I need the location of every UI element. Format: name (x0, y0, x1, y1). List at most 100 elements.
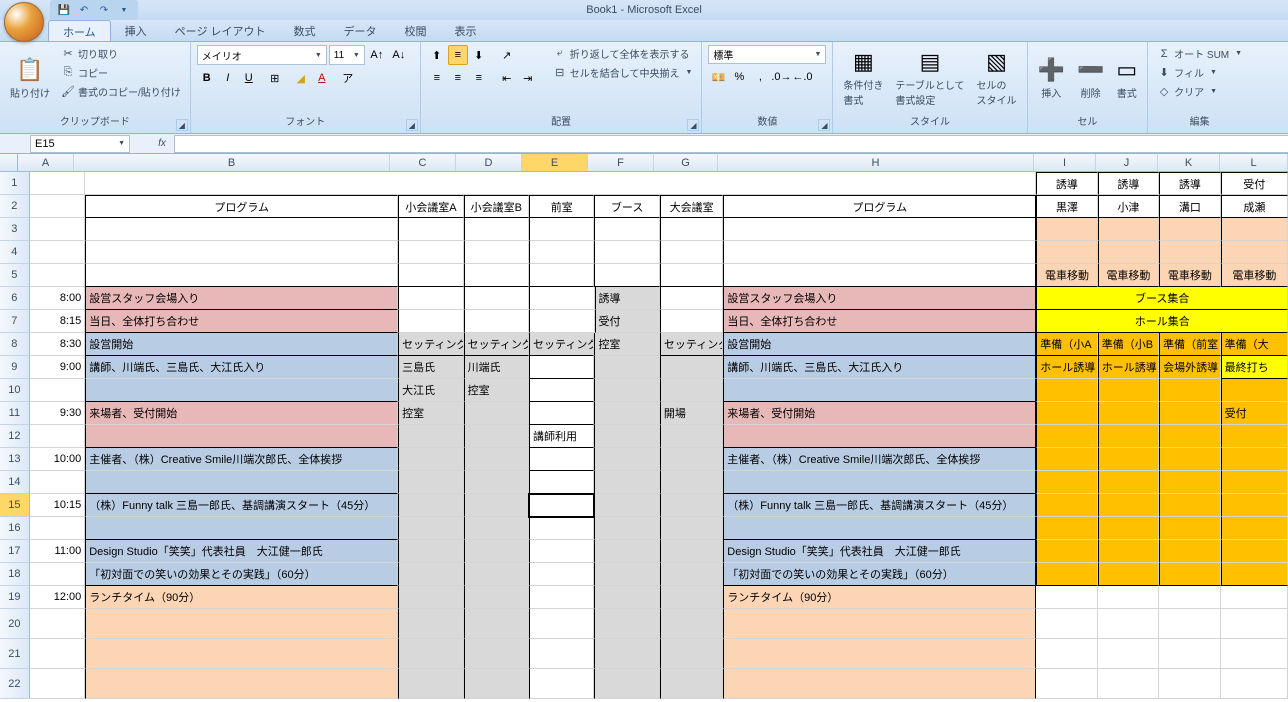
row-header-18[interactable]: 18 (0, 563, 30, 586)
row-header-19[interactable]: 19 (0, 586, 30, 609)
cell[interactable] (1098, 241, 1159, 264)
cell[interactable] (398, 517, 463, 540)
cell[interactable]: 誘導 (1036, 172, 1097, 195)
cell[interactable] (85, 218, 398, 241)
cell[interactable] (398, 287, 463, 310)
cell[interactable] (1221, 517, 1288, 540)
cell[interactable] (723, 379, 1036, 402)
col-header-J[interactable]: J (1096, 154, 1158, 171)
cell[interactable] (660, 639, 723, 669)
cell[interactable]: セッティング (529, 333, 594, 356)
cell[interactable] (529, 356, 594, 379)
cell[interactable] (464, 264, 529, 287)
cell[interactable]: 準備（小A (1036, 333, 1097, 356)
cell[interactable] (594, 639, 659, 669)
cell-styles-button[interactable]: ▧セルの スタイル (973, 45, 1021, 111)
redo-icon[interactable]: ↷ (96, 2, 112, 18)
cell[interactable]: 設営開始 (85, 333, 398, 356)
cell[interactable] (660, 609, 723, 639)
fill-color-button[interactable]: ◢ (291, 68, 311, 88)
cell[interactable] (1221, 494, 1288, 517)
cell[interactable]: 小会議室B (464, 195, 529, 218)
cell[interactable] (529, 586, 594, 609)
cell[interactable] (1098, 425, 1159, 448)
undo-icon[interactable]: ↶ (76, 2, 92, 18)
cell[interactable] (594, 241, 659, 264)
cell[interactable] (594, 356, 659, 379)
select-all-button[interactable] (0, 154, 18, 171)
cell[interactable] (1036, 402, 1097, 425)
cell[interactable] (529, 241, 594, 264)
currency-button[interactable]: 💴 (708, 67, 728, 87)
cell[interactable] (85, 241, 398, 264)
cell[interactable]: ブース (594, 195, 659, 218)
align-center-button[interactable]: ≡ (448, 68, 468, 88)
cell[interactable]: 「初対面での笑いの効果とその実践」（60分） (85, 563, 398, 586)
insert-cells-button[interactable]: ➕挿入 (1034, 45, 1069, 111)
row-header-22[interactable]: 22 (0, 669, 30, 699)
cell[interactable]: 11:00 (30, 540, 86, 563)
cell[interactable] (594, 402, 659, 425)
cell[interactable] (1159, 218, 1220, 241)
cell[interactable]: プログラム (85, 195, 398, 218)
cell[interactable] (1221, 425, 1288, 448)
cell[interactable] (1159, 379, 1220, 402)
cell[interactable]: 10:00 (30, 448, 86, 471)
cell[interactable] (529, 264, 594, 287)
row-header-1[interactable]: 1 (0, 172, 30, 195)
cell[interactable]: 電車移動 (1098, 264, 1159, 287)
name-box[interactable]: E15▼ (30, 135, 130, 153)
row-header-17[interactable]: 17 (0, 540, 30, 563)
cell[interactable]: セッティング (398, 333, 463, 356)
cell[interactable] (594, 471, 659, 494)
cell[interactable] (1221, 609, 1288, 639)
cell[interactable]: 準備（大 (1221, 333, 1288, 356)
cell[interactable]: 12:00 (30, 586, 86, 609)
col-header-D[interactable]: D (456, 154, 522, 171)
cell[interactable] (1159, 563, 1220, 586)
row-header-9[interactable]: 9 (0, 356, 30, 379)
cell[interactable]: 9:00 (30, 356, 86, 379)
cell[interactable]: ランチタイム（90分） (723, 586, 1036, 609)
paste-button[interactable]: 📋 貼り付け (6, 45, 54, 111)
cell[interactable] (1098, 471, 1159, 494)
cell[interactable] (594, 586, 659, 609)
cell[interactable]: 講師利用 (529, 425, 594, 448)
worksheet-grid[interactable]: ABCDEFGHIJKL 1誘導誘導誘導受付2プログラム小会議室A小会議室B前室… (0, 154, 1288, 702)
cell[interactable] (529, 471, 594, 494)
cell[interactable] (660, 563, 723, 586)
qat-customize-icon[interactable]: ▼ (116, 2, 132, 18)
format-table-button[interactable]: ▤テーブルとして 書式設定 (891, 45, 968, 111)
cell[interactable]: 大江氏 (398, 379, 463, 402)
cell[interactable] (30, 471, 86, 494)
cell[interactable] (723, 639, 1036, 669)
cell[interactable] (85, 264, 398, 287)
cell[interactable] (1036, 494, 1097, 517)
cell[interactable] (464, 241, 529, 264)
cell[interactable]: セッティング (464, 333, 529, 356)
align-left-button[interactable]: ≡ (427, 68, 447, 88)
office-button[interactable] (4, 2, 44, 42)
decrease-indent-button[interactable]: ⇤ (497, 68, 517, 88)
cell[interactable]: 「初対面での笑いの効果とその実践」（60分） (723, 563, 1036, 586)
cell[interactable]: 来場者、受付開始 (85, 402, 398, 425)
cell[interactable] (1159, 639, 1220, 669)
cell[interactable] (1159, 402, 1220, 425)
cell[interactable] (1036, 471, 1097, 494)
cell[interactable] (398, 425, 463, 448)
cell[interactable] (1036, 586, 1097, 609)
increase-decimal-button[interactable]: .0→ (771, 67, 791, 87)
align-top-button[interactable]: ⬆ (427, 45, 447, 65)
cell[interactable]: 三島氏 (398, 356, 463, 379)
cell[interactable] (1036, 425, 1097, 448)
cell[interactable] (529, 218, 594, 241)
cell[interactable] (85, 609, 398, 639)
row-header-10[interactable]: 10 (0, 379, 30, 402)
row-header-20[interactable]: 20 (0, 609, 30, 639)
conditional-format-button[interactable]: ▦条件付き 書式 (839, 45, 887, 111)
cell[interactable]: 設営開始 (723, 333, 1036, 356)
font-size-combo[interactable]: 11▼ (329, 45, 365, 65)
cell[interactable] (85, 425, 398, 448)
cell[interactable] (1221, 563, 1288, 586)
cell[interactable]: 小会議室A (398, 195, 463, 218)
